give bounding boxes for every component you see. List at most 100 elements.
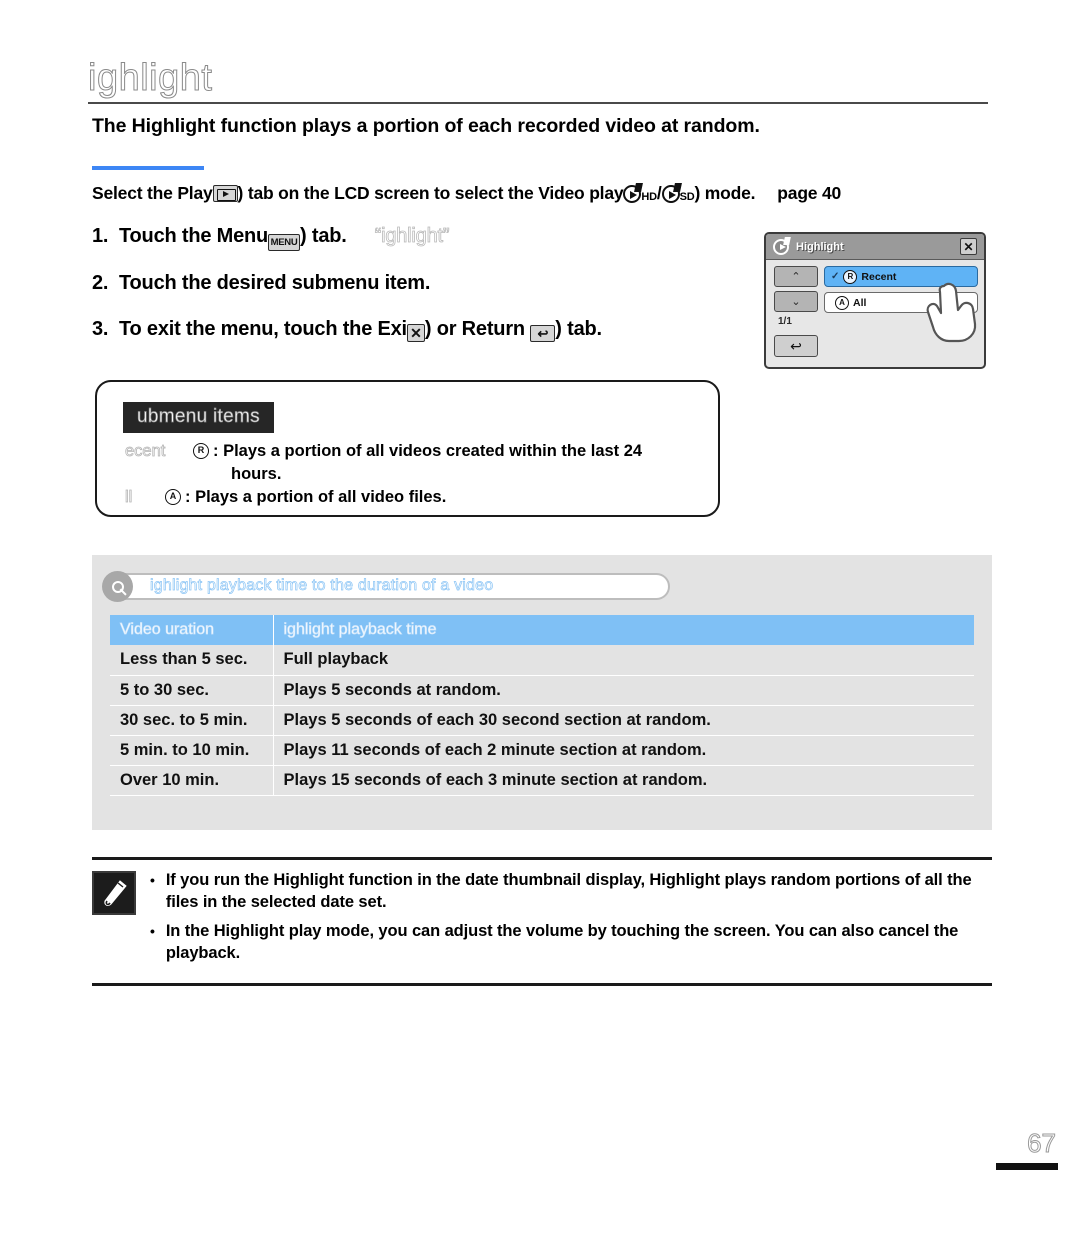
cell-playback: Plays 15 seconds of each 3 minute sectio…	[273, 765, 974, 796]
cell-playback: Full playback	[273, 645, 974, 676]
submenu-desc-recent-cont: hours.	[231, 465, 282, 483]
table-row: Over 10 min. Plays 15 seconds of each 3 …	[110, 765, 974, 796]
submenu-term-recent: ecent	[125, 442, 166, 461]
close-icon[interactable]: ✕	[960, 238, 977, 255]
exit-x-icon: ✕	[406, 324, 425, 342]
video-play-hd-icon	[623, 183, 644, 203]
accent-divider	[92, 166, 204, 170]
return-arrow-icon: ↩	[530, 325, 556, 342]
precondition-text-before: Select the Play	[92, 183, 213, 203]
mode-sd-label: SD	[679, 191, 695, 203]
table-row: Less than 5 sec. Full playback	[110, 645, 974, 676]
submenu-term-all: ll	[125, 488, 133, 507]
submenu-items-box: ubmenu items ecent R : Plays a portion o…	[95, 380, 720, 517]
notes-section: • If you run the Highlight function in t…	[92, 857, 992, 986]
precondition-line: Select the Play ) tab on the LCD screen t…	[92, 181, 1012, 209]
precondition-text-after: ) tab on the LCD screen to select the Vi…	[237, 183, 624, 203]
note-pencil-icon	[92, 871, 136, 915]
cell-playback: Plays 5 seconds at random.	[273, 675, 974, 706]
lcd-body: ⌃ ⌄ 1/1 ↩ ✓ R Recent A All	[766, 260, 984, 367]
note-text: In the Highlight play mode, you can adju…	[165, 922, 959, 962]
page-reference: page 40	[777, 183, 842, 203]
title-divider	[88, 102, 988, 104]
lcd-return-button[interactable]: ↩	[774, 335, 818, 357]
recent-badge-icon: R	[843, 269, 858, 284]
notes-bottom-rule	[92, 983, 992, 986]
playback-time-table: Video uration ighlight playback time Les…	[110, 615, 974, 796]
mode-hd-label: HD	[641, 191, 657, 203]
cell-duration: 5 min. to 10 min.	[110, 735, 274, 766]
precondition-text-tail: ) mode.	[694, 183, 756, 203]
page-header: ighlight	[88, 56, 988, 104]
step-2: 2. Touch the desired submenu item.	[92, 269, 742, 297]
column-header-video-duration: Video uration	[110, 615, 274, 645]
table-row: 5 to 30 sec. Plays 5 seconds at random.	[110, 675, 974, 706]
table-header-row: Video uration ighlight playback time	[110, 615, 974, 645]
note-item: • If you run the Highlight function in t…	[150, 869, 992, 913]
menu-button-icon: MENU	[268, 234, 301, 251]
step-1: 1. Touch the Menu MENU) tab. “ighlight”	[92, 222, 742, 251]
chevron-up-icon[interactable]: ⌃	[774, 266, 818, 287]
play-tab-icon	[212, 185, 238, 202]
manual-page: ighlight The Highlight function plays a …	[0, 0, 1080, 1234]
cell-playback: Plays 5 seconds of each 30 second sectio…	[273, 705, 974, 736]
cell-playback: Plays 11 seconds of each 2 minute sectio…	[273, 735, 974, 766]
step-3-text: To exit the menu, touch the Exi	[119, 318, 407, 340]
page-title: ighlight	[88, 57, 213, 100]
note-text: If you run the Highlight function in the…	[165, 871, 972, 911]
submenu-desc-all: : Plays a portion of all video files.	[185, 488, 447, 506]
notes-list: • If you run the Highlight function in t…	[150, 869, 992, 971]
video-play-sd-icon	[661, 183, 682, 203]
table-row: 5 min. to 10 min. Plays 11 seconds of ea…	[110, 735, 974, 766]
submenu-item-all: ll A : Plays a portion of all video file…	[125, 486, 704, 509]
lcd-item-recent[interactable]: ✓ R Recent	[824, 266, 978, 287]
all-badge-icon: A	[835, 295, 849, 310]
page-number-bar	[996, 1163, 1058, 1170]
lcd-item-all-label: All	[853, 296, 867, 309]
lcd-page-indicator: 1/1	[778, 316, 792, 327]
step-3: 3. To exit the menu, touch the Exi ✕) or R…	[92, 315, 742, 343]
column-header-playback-time: ighlight playback time	[273, 615, 974, 645]
bullet-icon: •	[150, 872, 155, 888]
lcd-item-recent-label: Recent	[861, 270, 897, 283]
step-1-number: 1.	[92, 225, 109, 247]
step-3-number: 3.	[92, 318, 109, 340]
cell-duration: 5 to 30 sec.	[110, 675, 274, 706]
submenu-box-heading: ubmenu items	[123, 402, 274, 433]
lcd-screen-mock: Highlight ✕ ⌃ ⌄ 1/1 ↩ ✓ R Recent A All	[764, 232, 986, 369]
cell-duration: Over 10 min.	[110, 765, 274, 796]
playback-time-panel: ighlight playback time to the duration o…	[92, 555, 992, 830]
step-1-text: Touch the Menu	[119, 225, 269, 247]
notes-body: • If you run the Highlight function in t…	[92, 860, 992, 975]
intro-paragraph: The Highlight function plays a portion o…	[92, 115, 760, 137]
video-play-disc-icon	[773, 236, 791, 255]
cell-duration: 30 sec. to 5 min.	[110, 705, 274, 736]
panel-note-text: ighlight playback time to the duration o…	[150, 577, 494, 595]
bullet-icon: •	[150, 923, 155, 939]
lcd-menu-items: ✓ R Recent A All	[824, 266, 978, 318]
recent-badge-icon: R	[193, 443, 209, 459]
step-1-text-after: ) tab.	[300, 225, 347, 247]
step-3-text-tail: ) tab.	[555, 318, 602, 340]
lcd-title: Highlight	[796, 240, 844, 253]
all-badge-icon: A	[165, 489, 181, 505]
submenu-definitions: ecent R : Plays a portion of all videos …	[125, 440, 704, 509]
step-2-number: 2.	[92, 272, 109, 294]
submenu-desc-recent: : Plays a portion of all videos created …	[213, 442, 643, 460]
note-item: • In the Highlight play mode, you can ad…	[150, 920, 992, 964]
steps-list: 1. Touch the Menu MENU) tab. “ighlight” 2. T…	[92, 222, 742, 361]
mode-separator: /	[656, 183, 662, 203]
table-row: 30 sec. to 5 min. Plays 5 seconds of eac…	[110, 705, 974, 736]
submenu-item-recent: ecent R : Plays a portion of all videos …	[125, 440, 704, 463]
search-icon	[102, 571, 133, 602]
cell-duration: Less than 5 sec.	[110, 645, 274, 676]
check-icon: ✓	[831, 271, 840, 282]
lcd-item-all[interactable]: A All	[824, 292, 978, 313]
step-2-text: Touch the desired submenu item.	[119, 272, 431, 294]
lcd-title-bar: Highlight ✕	[766, 234, 984, 260]
page-number: 67	[1027, 1128, 1057, 1159]
lcd-nav-column: ⌃ ⌄	[774, 266, 818, 316]
chevron-down-icon[interactable]: ⌄	[774, 291, 818, 312]
step-1-quoted: “ighlight”	[374, 225, 450, 248]
step-3-text-after: ) or Return	[424, 318, 525, 340]
